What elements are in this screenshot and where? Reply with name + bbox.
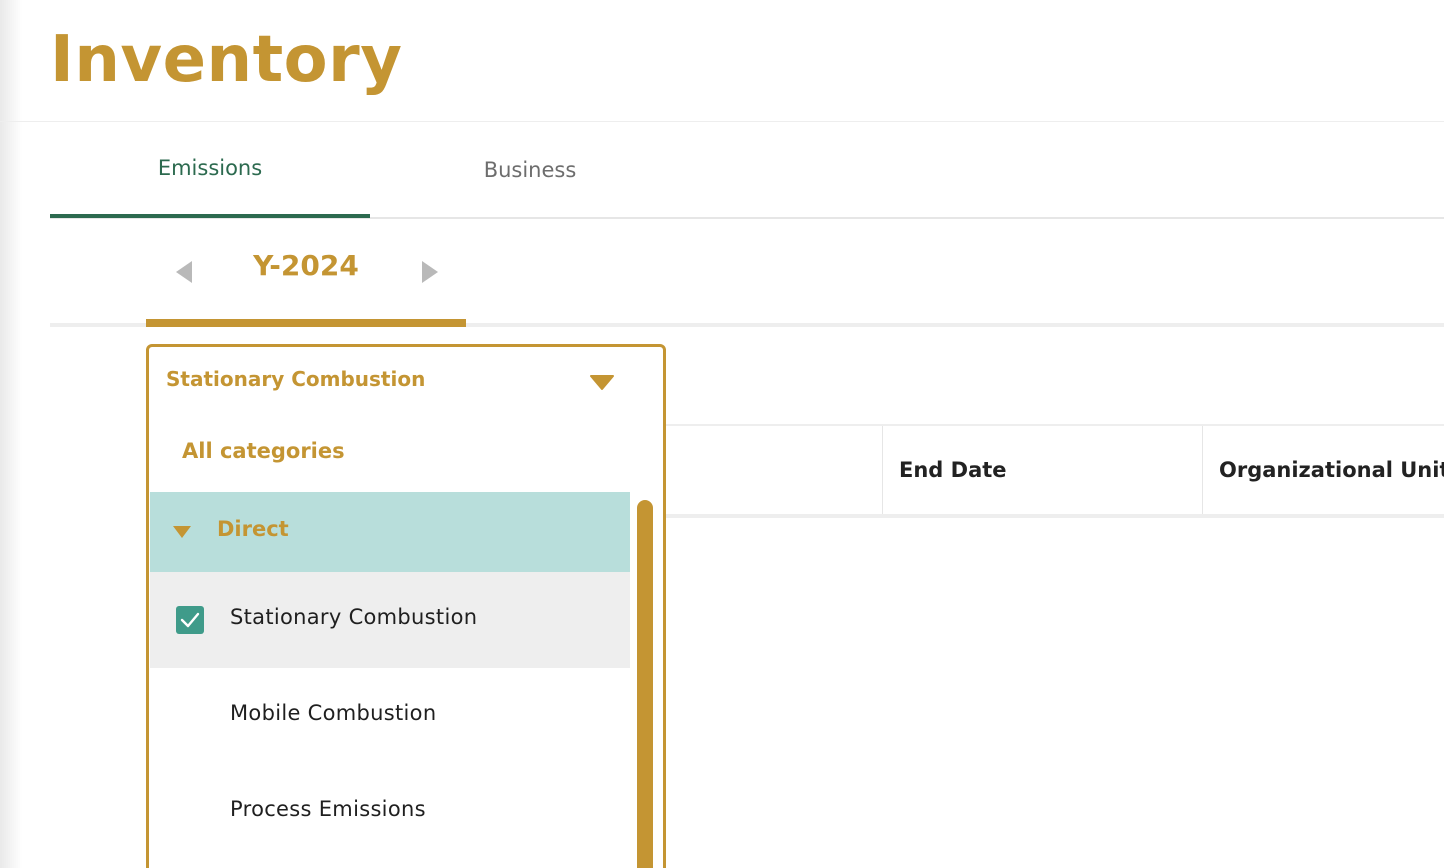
caret-down-icon [172, 524, 192, 538]
left-edge-shadow [0, 0, 22, 868]
column-header-end-date[interactable]: End Date [882, 426, 1202, 514]
option-all-categories-label: All categories [182, 439, 345, 463]
year-label: Y-2024 [253, 249, 359, 282]
dropdown-scrollbar[interactable] [637, 500, 653, 868]
option-all-categories[interactable]: All categories [149, 419, 629, 491]
option-stationary-combustion[interactable]: Stationary Combustion [150, 572, 630, 668]
option-process-emissions[interactable]: Process Emissions [150, 764, 630, 860]
category-dropdown-toggle[interactable]: Stationary Combustion [149, 347, 663, 417]
tab-emissions[interactable]: Emissions [50, 122, 370, 218]
year-active-indicator [146, 319, 466, 327]
column-header-organizational-unit[interactable]: Organizational Unit [1202, 426, 1444, 514]
period-bar: Y-2024 [50, 219, 1444, 327]
table-header: te End Date Organizational Unit [620, 424, 1444, 518]
year-selector: Y-2024 [146, 219, 466, 327]
option-label: Process Emissions [230, 797, 426, 821]
page: Inventory Emissions Business Y-2024 te E… [0, 0, 1444, 868]
option-label: Mobile Combustion [230, 701, 437, 725]
checkbox-checked[interactable] [176, 606, 204, 634]
group-direct[interactable]: Direct [150, 492, 630, 572]
option-label: Stationary Combustion [230, 605, 478, 629]
category-dropdown-value: Stationary Combustion [166, 367, 426, 391]
chevron-right-icon[interactable] [418, 259, 442, 285]
caret-down-icon [589, 373, 615, 391]
category-dropdown[interactable]: Stationary Combustion All categories Dir… [146, 344, 666, 868]
group-direct-label: Direct [217, 517, 289, 541]
tab-business[interactable]: Business [370, 122, 690, 217]
chevron-left-icon[interactable] [172, 259, 196, 285]
option-mobile-combustion[interactable]: Mobile Combustion [150, 668, 630, 764]
page-title: Inventory [50, 23, 403, 97]
checkmark-icon [180, 612, 200, 628]
tab-bar: Emissions Business [50, 122, 1444, 219]
